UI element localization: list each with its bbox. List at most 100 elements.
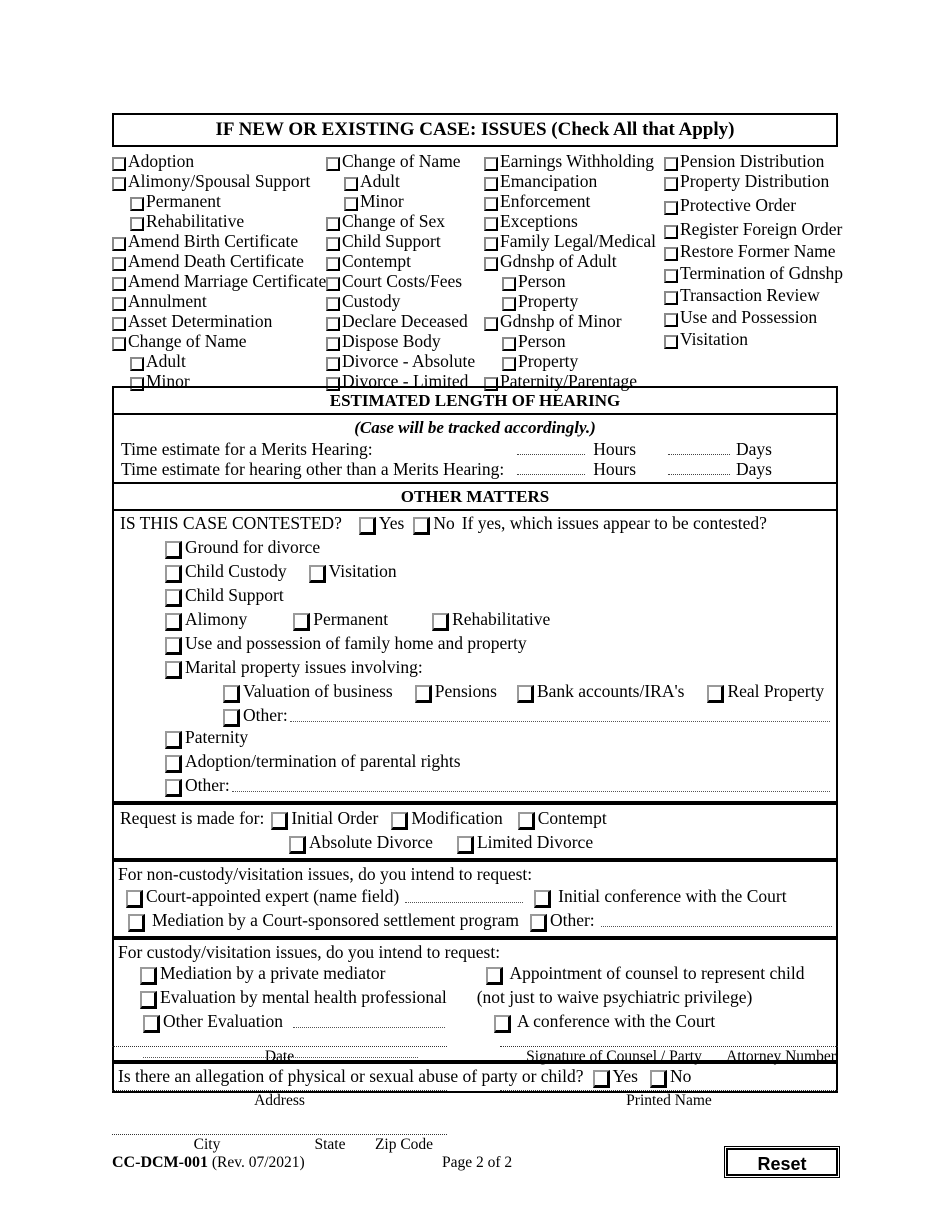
- checkbox-row-property[interactable]: Property: [484, 352, 664, 371]
- checkbox-icon[interactable]: [326, 237, 340, 251]
- checkbox-icon[interactable]: [664, 291, 678, 305]
- checkbox-row-register-foreign-order[interactable]: Register Foreign Order: [664, 220, 842, 239]
- checkbox-icon[interactable]: [112, 157, 126, 171]
- checkbox-row-amend-death-certificate[interactable]: Amend Death Certificate: [112, 252, 326, 271]
- checkbox-icon[interactable]: [502, 297, 516, 311]
- checkbox-row-adoption[interactable]: Adoption: [112, 152, 326, 171]
- checkbox-icon[interactable]: [326, 217, 340, 231]
- checkbox-icon[interactable]: [484, 177, 498, 191]
- checkbox-icon[interactable]: [165, 613, 182, 632]
- checkbox-row-divorce-absolute[interactable]: Divorce - Absolute: [326, 352, 484, 371]
- checkbox-row-property-distribution[interactable]: Property Distribution: [664, 172, 838, 191]
- checkbox-icon-modification[interactable]: [391, 812, 409, 831]
- checkbox-row-child-support[interactable]: Child Support: [326, 232, 484, 251]
- checkbox-row-other-marital[interactable]: Other:: [120, 706, 836, 728]
- checkbox-icon-other[interactable]: [529, 913, 547, 932]
- checkbox-icon[interactable]: [165, 661, 182, 680]
- checkbox-icon[interactable]: [165, 589, 182, 608]
- address-input[interactable]: [112, 1090, 447, 1091]
- checkbox-row-amend-marriage-certificate[interactable]: Amend Marriage Certificate: [112, 272, 326, 291]
- checkbox-icon-contested-no[interactable]: [413, 517, 431, 536]
- checkbox-icon-limited-divorce[interactable]: [456, 836, 474, 855]
- checkbox-icon[interactable]: [484, 317, 498, 331]
- checkbox-row-restore-former-name[interactable]: Restore Former Name: [664, 242, 838, 261]
- checkbox-icon[interactable]: [664, 269, 678, 283]
- checkbox-row-gdnshp-of-minor[interactable]: Gdnshp of Minor: [484, 312, 664, 331]
- checkbox-icon[interactable]: [130, 357, 144, 371]
- checkbox-icon[interactable]: [130, 197, 144, 211]
- checkbox-icon-visitation[interactable]: [308, 565, 326, 584]
- checkbox-icon-conference-with-court[interactable]: [494, 1015, 512, 1034]
- checkbox-icon[interactable]: [223, 709, 240, 728]
- checkbox-icon-initial-order[interactable]: [271, 812, 289, 831]
- checkbox-icon-valuation-of-business[interactable]: [223, 685, 240, 704]
- checkbox-icon-absolute-divorce[interactable]: [289, 836, 306, 855]
- checkbox-icon-private-mediator[interactable]: [140, 967, 157, 986]
- checkbox-row-minor[interactable]: Minor: [326, 192, 484, 211]
- checkbox-icon-mediation-court-sponsored[interactable]: [128, 913, 145, 932]
- signature-input[interactable]: [500, 1046, 838, 1047]
- checkbox-icon-mental-health-evaluation[interactable]: [140, 991, 157, 1010]
- checkbox-icon[interactable]: [165, 779, 182, 798]
- checkbox-icon[interactable]: [165, 731, 182, 750]
- checkbox-row-change-of-name[interactable]: Change of Name: [326, 152, 484, 171]
- checkbox-icon-bank-accounts[interactable]: [516, 685, 534, 704]
- checkbox-row-permanent[interactable]: Permanent: [112, 192, 326, 211]
- checkbox-row-family-legal-medical[interactable]: Family Legal/Medical: [484, 232, 664, 251]
- checkbox-row-other[interactable]: Other:: [120, 776, 836, 798]
- checkbox-icon-rehabilitative[interactable]: [432, 613, 450, 632]
- checkbox-row-asset-determination[interactable]: Asset Determination: [112, 312, 326, 331]
- printed-name-input[interactable]: [500, 1090, 838, 1091]
- court-appointed-expert-input[interactable]: [405, 887, 524, 903]
- checkbox-row-child-support[interactable]: Child Support: [120, 586, 836, 608]
- checkbox-icon[interactable]: [112, 237, 126, 251]
- checkbox-row-use-and-possession[interactable]: Use and Possession: [664, 308, 838, 327]
- checkbox-icon[interactable]: [165, 755, 182, 774]
- checkbox-row-rehabilitative[interactable]: Rehabilitative: [112, 212, 326, 231]
- other-hours-input[interactable]: [517, 460, 586, 475]
- checkbox-icon-contempt[interactable]: [517, 812, 535, 831]
- checkbox-icon[interactable]: [165, 637, 182, 656]
- checkbox-icon[interactable]: [326, 277, 340, 291]
- checkbox-row-amend-birth-certificate[interactable]: Amend Birth Certificate: [112, 232, 326, 251]
- checkbox-row-annulment[interactable]: Annulment: [112, 292, 326, 311]
- checkbox-row-change-of-name[interactable]: Change of Name: [112, 332, 326, 351]
- reset-button[interactable]: Reset: [726, 1148, 838, 1176]
- checkbox-icon[interactable]: [112, 257, 126, 271]
- checkbox-row-person[interactable]: Person: [484, 272, 664, 291]
- other-evaluation-input[interactable]: [293, 1012, 446, 1029]
- checkbox-row-adoption-termination[interactable]: Adoption/termination of parental rights: [120, 752, 836, 774]
- checkbox-icon[interactable]: [112, 177, 126, 191]
- checkbox-icon[interactable]: [326, 317, 340, 331]
- checkbox-icon[interactable]: [664, 313, 678, 327]
- checkbox-icon[interactable]: [344, 197, 358, 211]
- checkbox-row-alimony[interactable]: Alimony Permanent Rehabilitative: [120, 610, 836, 632]
- checkbox-icon[interactable]: [130, 217, 144, 231]
- checkbox-row-adult[interactable]: Adult: [326, 172, 484, 191]
- checkbox-icon[interactable]: [484, 217, 498, 231]
- checkbox-row-child-custody[interactable]: Child Custody Visitation: [120, 562, 836, 584]
- checkbox-row-visitation[interactable]: Visitation: [664, 330, 838, 349]
- city-state-zip-input[interactable]: [112, 1134, 447, 1135]
- checkbox-icon[interactable]: [664, 247, 678, 261]
- checkbox-icon-real-property[interactable]: [707, 685, 725, 704]
- checkbox-icon[interactable]: [165, 541, 182, 560]
- checkbox-icon[interactable]: [326, 257, 340, 271]
- checkbox-icon[interactable]: [502, 357, 516, 371]
- checkbox-icon[interactable]: [326, 337, 340, 351]
- checkbox-row-paternity[interactable]: Paternity: [120, 728, 836, 750]
- checkbox-row-change-of-sex[interactable]: Change of Sex: [326, 212, 484, 231]
- checkbox-icon-contested-yes[interactable]: [358, 517, 376, 536]
- other-marital-input[interactable]: [289, 706, 830, 723]
- checkbox-icon-initial-conference[interactable]: [534, 889, 552, 908]
- checkbox-icon-pensions[interactable]: [414, 685, 432, 704]
- checkbox-icon[interactable]: [326, 297, 340, 311]
- checkbox-row-court-costs-fees[interactable]: Court Costs/Fees: [326, 272, 484, 291]
- checkbox-icon-other-evaluation[interactable]: [143, 1015, 160, 1034]
- checkbox-icon[interactable]: [112, 297, 126, 311]
- merits-days-input[interactable]: [668, 440, 731, 455]
- checkbox-row-gdnshp-of-adult[interactable]: Gdnshp of Adult: [484, 252, 664, 271]
- checkbox-row-enforcement[interactable]: Enforcement: [484, 192, 664, 211]
- checkbox-icon[interactable]: [502, 337, 516, 351]
- checkbox-row-contempt[interactable]: Contempt: [326, 252, 484, 271]
